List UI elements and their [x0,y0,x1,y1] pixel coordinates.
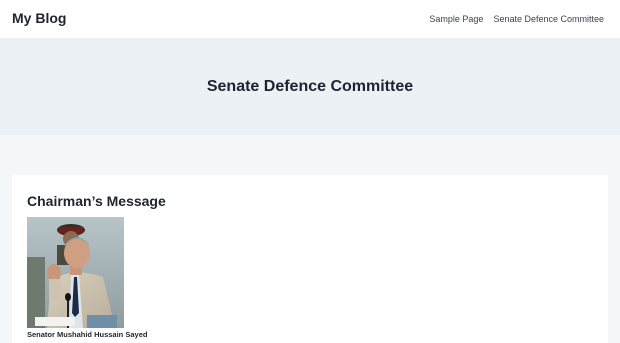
chairman-portrait-image [27,217,124,328]
page-hero: Senate Defence Committee [0,38,620,135]
page-title: Senate Defence Committee [206,78,414,95]
section-heading: Chairman’s Message [27,193,166,209]
nav-link-sample-page[interactable]: Sample Page [429,14,483,24]
primary-nav: Sample Page Senate Defence Committee [429,14,604,24]
site-header: My Blog Sample Page Senate Defence Commi… [0,0,620,38]
nav-link-senate-defence-committee[interactable]: Senate Defence Committee [493,14,604,24]
content-card: Chairman’s Message Senator Mushahid Huss… [12,175,608,343]
portrait-caption: Senator Mushahid Hussain Sayed [27,330,148,339]
site-title-link[interactable]: My Blog [12,10,66,26]
